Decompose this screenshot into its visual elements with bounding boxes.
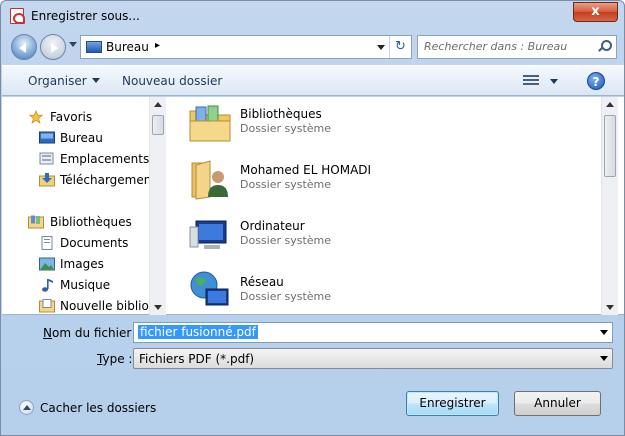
help-icon[interactable]: ?: [587, 72, 605, 90]
sidebar-item-images[interactable]: Images: [2, 254, 152, 274]
filename-label-mnemonic: N: [43, 326, 52, 340]
scroll-down-arrow-icon[interactable]: [606, 305, 614, 310]
refresh-button[interactable]: ↻: [389, 36, 411, 58]
scrollbar-thumb[interactable]: [152, 115, 164, 135]
back-button[interactable]: [11, 34, 37, 60]
list-item[interactable]: Réseau Dossier système: [184, 267, 584, 315]
sidebar-item-label: Nouvelle biblioth: [60, 299, 152, 313]
navigation-pane: Favoris Bureau Emplacements ré: [2, 97, 166, 315]
computer-icon: [189, 220, 227, 249]
list-item[interactable]: Bibliothèques Dossier système: [184, 99, 584, 151]
filename-value[interactable]: fichier fusionné.pdf: [138, 325, 258, 339]
filename-dropdown-icon[interactable]: [600, 330, 608, 335]
scroll-down-arrow-icon[interactable]: [154, 305, 162, 310]
file-type: Dossier système: [240, 234, 332, 247]
save-as-dialog: Enregistrer sous... x Bureau ▸ ↻ Recherc…: [0, 0, 625, 436]
sidebar-item-downloads[interactable]: Téléchargements: [2, 170, 152, 190]
pdf-app-icon: [10, 8, 25, 24]
title-bar[interactable]: Enregistrer sous... x: [1, 1, 624, 31]
address-location[interactable]: Bureau: [106, 40, 149, 54]
music-icon: [42, 279, 53, 292]
cancel-button[interactable]: Annuler: [514, 391, 601, 416]
file-type-value: Fichiers PDF (*.pdf): [139, 352, 255, 366]
sidebar-item-label: Bureau: [60, 131, 103, 145]
new-library-icon: [39, 299, 55, 313]
star-icon: [28, 110, 44, 124]
type-label: Type :: [97, 352, 132, 366]
downloads-icon: [39, 173, 55, 187]
search-placeholder: Rechercher dans : Bureau: [424, 40, 568, 53]
file-name: Ordinateur: [240, 219, 305, 233]
sidebar-item-label: Documents: [60, 236, 129, 250]
filename-label: Nom du fichier :: [43, 326, 139, 340]
sidebar-item-label: Téléchargements: [60, 173, 152, 187]
list-item[interactable]: Ordinateur Dossier système: [184, 211, 584, 263]
libraries-icon: [28, 215, 44, 229]
file-name: Bibliothèques: [240, 107, 322, 121]
address-bar[interactable]: Bureau ▸ ↻: [80, 35, 412, 59]
sidebar-item-favoris[interactable]: Favoris: [2, 107, 152, 127]
sidebar-item-bureau[interactable]: Bureau: [2, 128, 152, 148]
recent-places-icon: [39, 152, 54, 165]
sidebar-item-label: Emplacements ré: [60, 152, 152, 166]
navigation-scrollbar[interactable]: [149, 97, 166, 315]
filename-field[interactable]: fichier fusionné.pdf: [133, 322, 613, 343]
user-folder-icon: [191, 160, 228, 200]
sidebar-item-libraries[interactable]: Bibliothèques: [2, 212, 152, 232]
scroll-up-arrow-icon[interactable]: [606, 102, 614, 107]
sidebar-item-recent-places[interactable]: Emplacements ré: [2, 149, 152, 169]
breadcrumb-chevron-icon[interactable]: ▸: [155, 40, 160, 51]
forward-button[interactable]: [40, 34, 66, 60]
change-view-icon[interactable]: [523, 74, 539, 88]
desktop-icon: [39, 131, 55, 144]
list-item[interactable]: Mohamed EL HOMADI Dossier système: [184, 155, 584, 207]
network-icon: [190, 271, 229, 306]
window-title: Enregistrer sous...: [31, 9, 140, 23]
recent-pages-dropdown[interactable]: [69, 42, 77, 47]
file-type: Dossier système: [240, 290, 332, 303]
filename-label-text: om du fichier :: [51, 326, 140, 340]
scrollbar-thumb[interactable]: [604, 115, 616, 177]
file-type: Dossier système: [240, 178, 332, 191]
file-list-scrollbar[interactable]: [601, 97, 618, 315]
file-name: Mohamed EL HOMADI: [240, 163, 372, 177]
chevron-up-icon[interactable]: [19, 400, 34, 415]
navigation-bar: Bureau ▸ ↻ Rechercher dans : Bureau: [7, 33, 619, 61]
close-button[interactable]: x: [573, 2, 618, 22]
address-history-dropdown[interactable]: [377, 45, 385, 50]
file-list: Bibliothèques Dossier système Mohamed EL…: [172, 97, 607, 315]
organise-button[interactable]: Organiser: [28, 74, 100, 88]
new-folder-button[interactable]: Nouveau dossier: [122, 74, 222, 88]
sidebar-item-new-library[interactable]: Nouvelle biblioth: [2, 296, 152, 315]
sidebar-item-label: Images: [60, 257, 104, 271]
sidebar-item-label: Bibliothèques: [50, 215, 132, 229]
desktop-icon: [86, 41, 102, 53]
sidebar-item-documents[interactable]: Documents: [2, 233, 152, 253]
search-icon[interactable]: [597, 40, 612, 54]
sidebar-item-music[interactable]: Musique: [2, 275, 152, 295]
hide-folders-label[interactable]: Cacher les dossiers: [40, 401, 156, 415]
browser-area: Favoris Bureau Emplacements ré: [2, 97, 624, 315]
sidebar-item-label: Musique: [60, 278, 111, 292]
images-icon: [39, 257, 55, 271]
search-input[interactable]: Rechercher dans : Bureau: [417, 35, 617, 59]
file-type-dropdown-icon[interactable]: [600, 356, 608, 361]
libraries-folder-icon: [189, 105, 231, 142]
file-type: Dossier système: [240, 122, 332, 135]
sidebar-item-label: Favoris: [50, 110, 93, 124]
command-toolbar: Organiser Nouveau dossier ?: [2, 65, 624, 96]
save-button[interactable]: Enregistrer: [406, 391, 499, 416]
file-type-select[interactable]: Fichiers PDF (*.pdf): [133, 348, 613, 369]
type-label-text: ype :: [102, 352, 133, 366]
scroll-up-arrow-icon[interactable]: [154, 102, 162, 107]
file-name: Réseau: [240, 275, 284, 289]
view-options-dropdown[interactable]: [550, 79, 558, 84]
documents-icon: [41, 236, 53, 250]
